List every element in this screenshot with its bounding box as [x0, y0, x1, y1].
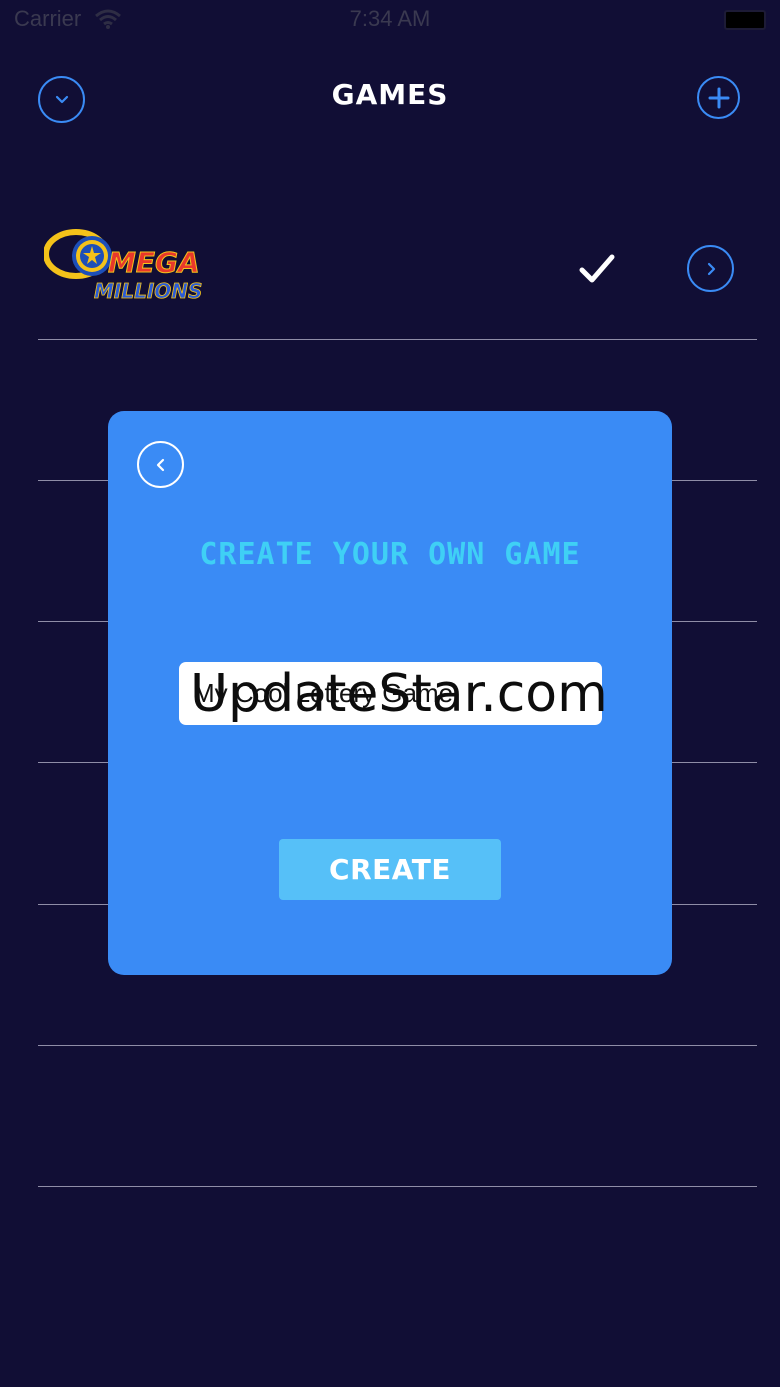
list-separator [38, 339, 757, 340]
list-separator [38, 1045, 757, 1046]
create-button[interactable]: CREATE [279, 839, 501, 900]
svg-text:MEGA: MEGA [108, 246, 200, 279]
game-name-input[interactable] [179, 662, 602, 725]
games-screen: Carrier 7:34 AM GAMES MEGA MILLIONS CREA… [0, 0, 780, 1387]
back-button[interactable] [137, 441, 184, 488]
chevron-left-icon [156, 458, 164, 471]
checkmark-icon [578, 252, 616, 290]
list-separator [38, 1186, 757, 1187]
create-game-modal: CREATE YOUR OWN GAME CREATE [108, 411, 672, 975]
modal-title: CREATE YOUR OWN GAME [199, 537, 581, 572]
svg-text:MILLIONS: MILLIONS [94, 279, 202, 303]
mega-millions-logo: MEGA MILLIONS [43, 222, 204, 310]
chevron-right-icon [707, 262, 715, 275]
game-detail-button[interactable] [687, 245, 734, 292]
